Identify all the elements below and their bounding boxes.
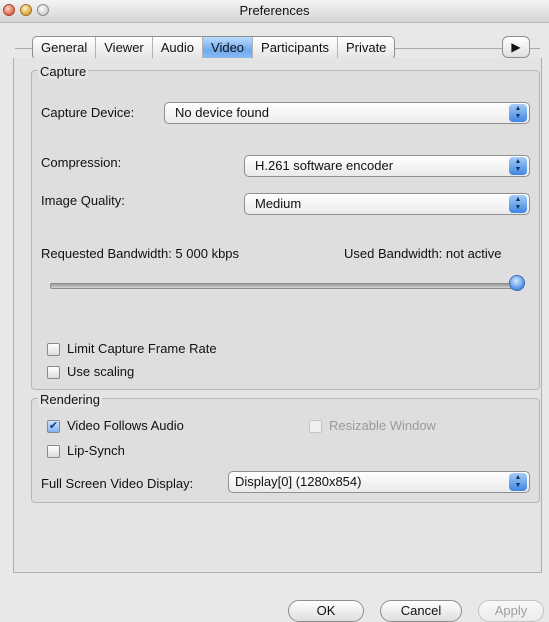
rendering-group-title: Rendering — [38, 392, 102, 407]
popup-arrows-icon: ▲ ▼ — [509, 104, 527, 122]
tab-viewer[interactable]: Viewer — [96, 37, 153, 59]
limit-frame-rate-label: Limit Capture Frame Rate — [67, 341, 217, 356]
image-quality-popup[interactable]: Medium ▲ ▼ — [244, 193, 530, 215]
popup-arrows-icon: ▲ ▼ — [509, 157, 527, 175]
tab-participants[interactable]: Participants — [253, 37, 338, 59]
tab-scroll-right-button[interactable]: ▶ — [502, 36, 530, 58]
title-bar: Preferences — [0, 0, 549, 23]
full-screen-display-label: Full Screen Video Display: — [41, 476, 194, 491]
popup-arrows-icon: ▲ ▼ — [509, 473, 527, 491]
capture-device-popup[interactable]: No device found ▲ ▼ — [164, 102, 530, 124]
use-scaling-checkbox[interactable] — [47, 366, 60, 379]
capture-group-title: Capture — [38, 64, 89, 79]
capture-device-label: Capture Device: — [41, 105, 135, 120]
popup-arrows-icon: ▲ ▼ — [509, 195, 527, 213]
resizable-window-label: Resizable Window — [329, 418, 436, 433]
full-screen-display-value: Display[0] (1280x854) — [235, 474, 362, 489]
bandwidth-slider-knob[interactable] — [509, 275, 525, 291]
use-scaling-label: Use scaling — [67, 364, 135, 379]
triangle-right-icon: ▶ — [511, 40, 521, 54]
tab-general[interactable]: General — [33, 37, 97, 59]
resizable-window-checkbox[interactable] — [309, 420, 322, 433]
limit-frame-rate-checkbox[interactable] — [47, 343, 60, 356]
lip-synch-checkbox[interactable] — [47, 445, 60, 458]
compression-popup[interactable]: H.261 software encoder ▲ ▼ — [244, 155, 530, 177]
video-follows-audio-checkbox[interactable]: ✔ — [47, 420, 60, 433]
video-follows-audio-label: Video Follows Audio — [67, 418, 184, 433]
image-quality-label: Image Quality: — [41, 193, 125, 208]
bandwidth-slider-track[interactable] — [50, 283, 520, 289]
tab-private[interactable]: Private — [338, 37, 394, 59]
window-title: Preferences — [239, 3, 310, 18]
compression-value: H.261 software encoder — [255, 158, 394, 173]
requested-bandwidth-label: Requested Bandwidth: 5 000 kbps — [41, 246, 240, 261]
tab-bar: General Viewer Audio Video Participants … — [32, 36, 396, 60]
image-quality-value: Medium — [255, 196, 302, 211]
capture-device-value: No device found — [175, 105, 269, 120]
tab-video[interactable]: Video — [203, 37, 254, 59]
tab-audio[interactable]: Audio — [153, 37, 204, 59]
lip-synch-label: Lip-Synch — [67, 443, 125, 458]
used-bandwidth-label: Used Bandwidth: not active — [344, 246, 502, 261]
compression-label: Compression: — [41, 155, 122, 170]
full-screen-display-popup[interactable]: Display[0] (1280x854) ▲ ▼ — [228, 471, 530, 493]
